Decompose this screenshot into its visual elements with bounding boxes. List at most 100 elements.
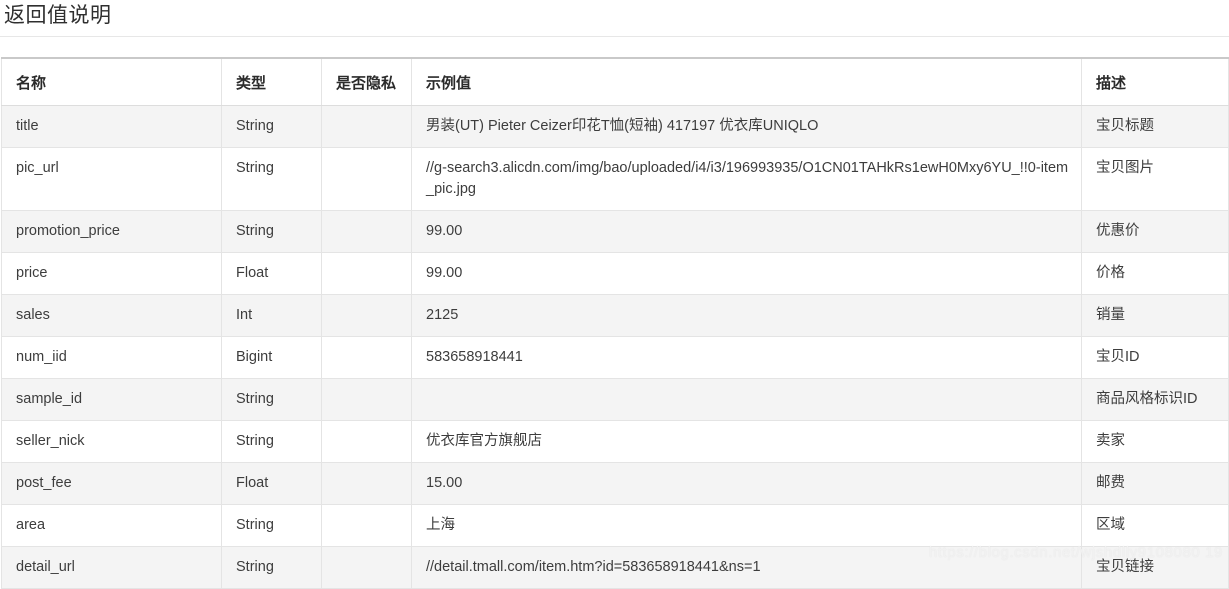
cell-type: Float [221,252,322,295]
cell-type: String [221,210,322,253]
cell-example: 583658918441 [411,336,1082,379]
table-row: num_iid Bigint 583658918441 宝贝ID [1,336,1229,379]
cell-is_private [321,147,412,211]
cell-description: 商品风格标识ID [1081,378,1229,421]
cell-value-type: String [236,433,274,449]
cell-value-description: 宝贝ID [1096,349,1140,365]
cell-value-is_private [336,347,401,368]
cell-type: Float [221,462,322,505]
column-header-is-private: 是否隐私 [321,57,412,106]
return-value-table: 名称 类型 是否隐私 示例值 描述 title String 男装(UT) Piet… [1,57,1229,589]
cell-description: 宝贝链接 [1081,546,1229,589]
column-header-description: 描述 [1081,57,1229,106]
cell-value-description: 卖家 [1096,433,1125,449]
cell-value-example: 男装(UT) Pieter Ceizer印花T恤(短袖) 417197 优衣库U… [426,118,819,134]
cell-value-example: //detail.tmall.com/item.htm?id=583658918… [426,559,761,575]
cell-value-type: Float [236,265,269,281]
table-row: pic_url String //g-search3.alicdn.com/img/… [1,147,1229,211]
column-header-name: 名称 [1,57,222,106]
cell-value-description: 区域 [1096,517,1125,533]
cell-name: num_iid [1,336,222,379]
cell-value-description: 优惠价 [1096,223,1140,239]
cell-is_private [321,105,412,148]
table-row: detail_url String //detail.tmall.com/item.… [1,546,1229,589]
cell-example: 上海 [411,504,1082,547]
cell-value-example [426,389,1071,410]
cell-name: area [1,504,222,547]
cell-type: String [221,420,322,463]
table-row: seller_nick String 优衣库官方旗舰店 卖家 [1,420,1229,463]
cell-value-type: String [236,559,274,575]
cell-value-is_private [336,515,401,536]
cell-description: 宝贝图片 [1081,147,1229,211]
cell-name: title [1,105,222,148]
cell-description: 卖家 [1081,420,1229,463]
cell-value-name: post_fee [16,475,72,491]
cell-is_private [321,546,412,589]
cell-value-type: String [236,391,274,407]
cell-name: price [1,252,222,295]
cell-value-is_private [336,263,401,284]
cell-type: String [221,147,322,211]
cell-value-description: 价格 [1096,265,1125,281]
cell-name: promotion_price [1,210,222,253]
cell-value-is_private [336,473,401,494]
cell-value-description: 宝贝链接 [1096,559,1154,575]
cell-value-description: 销量 [1096,307,1125,323]
cell-name: post_fee [1,462,222,505]
cell-example: 99.00 [411,210,1082,253]
table-row: promotion_price String 99.00 优惠价 [1,210,1229,253]
cell-is_private [321,504,412,547]
cell-value-type: String [236,118,274,134]
cell-value-is_private [336,305,401,326]
cell-example: 优衣库官方旗舰店 [411,420,1082,463]
column-header-type: 类型 [221,57,322,106]
cell-example: 15.00 [411,462,1082,505]
cell-value-name: sales [16,307,50,323]
cell-type: String [221,546,322,589]
cell-name: seller_nick [1,420,222,463]
cell-name: pic_url [1,147,222,211]
cell-example [411,378,1082,421]
cell-value-description: 商品风格标识ID [1096,391,1198,407]
cell-description: 宝贝标题 [1081,105,1229,148]
cell-value-name: price [16,265,48,281]
cell-value-description: 邮费 [1096,475,1125,491]
cell-type: Int [221,294,322,337]
cell-value-name: seller_nick [16,433,85,449]
table-body: title String 男装(UT) Pieter Ceizer印花T恤(短袖) … [1,105,1229,589]
column-header-example: 示例值 [411,57,1082,106]
table-row: price Float 99.00 价格 [1,252,1229,295]
cell-value-name: pic_url [16,160,59,176]
cell-description: 邮费 [1081,462,1229,505]
cell-value-description: 宝贝图片 [1096,160,1154,176]
cell-name: sales [1,294,222,337]
cell-value-example: 上海 [426,517,455,533]
cell-name: sample_id [1,378,222,421]
cell-value-example: 583658918441 [426,349,523,365]
cell-is_private [321,294,412,337]
cell-value-name: detail_url [16,559,75,575]
cell-value-type: Int [236,307,253,323]
table-header: 名称 类型 是否隐私 示例值 描述 [1,57,1229,106]
cell-type: String [221,504,322,547]
table-row: post_fee Float 15.00 邮费 [1,462,1229,505]
cell-example: 2125 [411,294,1082,337]
cell-description: 区域 [1081,504,1229,547]
cell-description: 价格 [1081,252,1229,295]
cell-value-name: promotion_price [16,223,120,239]
cell-description: 优惠价 [1081,210,1229,253]
cell-value-is_private [336,557,401,578]
cell-value-example: 99.00 [426,265,463,281]
cell-value-is_private [336,221,401,242]
cell-value-is_private [336,389,401,410]
cell-value-example: 2125 [426,307,459,323]
cell-value-name: title [16,118,39,134]
table-row: area String 上海 区域 [1,504,1229,547]
page-root: 返回值说明 名称 类型 是否隐私 示例值 描述 title String 男装(UT [0,0,1229,589]
cell-is_private [321,420,412,463]
cell-description: 宝贝ID [1081,336,1229,379]
cell-is_private [321,210,412,253]
cell-value-description: 宝贝标题 [1096,118,1154,134]
cell-value-example: //g-search3.alicdn.com/img/bao/uploaded/… [426,160,1069,197]
